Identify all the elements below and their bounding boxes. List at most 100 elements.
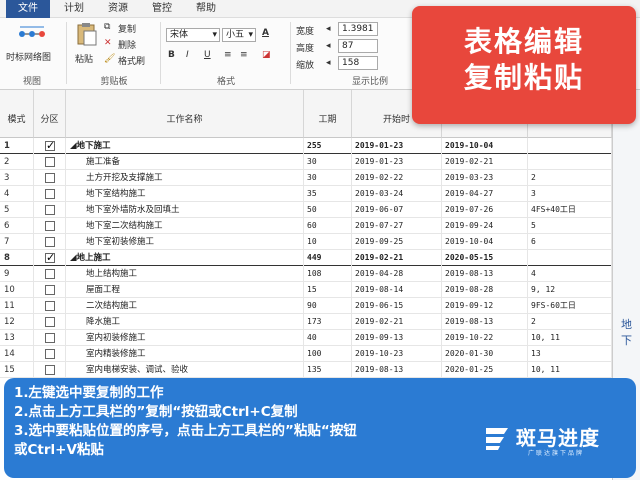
row-number[interactable]: 12	[0, 314, 34, 330]
table-row[interactable]: 12 降水施工 173 2019-02-21 2019-08-13 2	[0, 314, 612, 330]
start-date-cell[interactable]: 2019-08-13	[352, 362, 442, 378]
duration-cell[interactable]: 449	[304, 250, 352, 266]
row-checkbox[interactable]	[45, 269, 55, 279]
start-date-cell[interactable]: 2019-04-28	[352, 266, 442, 282]
header-mode[interactable]: 模式	[0, 90, 34, 138]
task-name-cell[interactable]: ◢地下施工	[66, 138, 304, 154]
task-name-cell[interactable]: 土方开挖及支撑施工	[66, 170, 304, 186]
table-row[interactable]: 2 施工准备 30 2019-01-23 2019-02-21	[0, 154, 612, 170]
duration-cell[interactable]: 35	[304, 186, 352, 202]
finish-date-cell[interactable]: 2019-10-04	[442, 138, 528, 154]
table-row[interactable]: 11 二次结构施工 90 2019-06-15 2019-09-12 9FS-60工日	[0, 298, 612, 314]
task-name-cell[interactable]: 室内精装修施工	[66, 346, 304, 362]
finish-date-cell[interactable]: 2019-10-04	[442, 234, 528, 250]
finish-date-cell[interactable]: 2019-07-26	[442, 202, 528, 218]
fill-color-icon[interactable]: ◪	[262, 50, 271, 60]
task-name-cell[interactable]: 室内电梯安装、调试、验收	[66, 362, 304, 378]
header-duration[interactable]: 工期	[304, 90, 352, 138]
copy-button[interactable]: ⧉ 复制	[104, 22, 154, 35]
task-name-cell[interactable]: 地下室二次结构施工	[66, 218, 304, 234]
table-row[interactable]: 13 室内初装修施工 40 2019-09-13 2019-10-22 10, 11	[0, 330, 612, 346]
align-center-icon[interactable]: ≡	[240, 50, 248, 60]
height-input[interactable]: 87	[338, 39, 378, 53]
start-date-cell[interactable]: 2019-01-23	[352, 154, 442, 170]
row-number[interactable]: 3	[0, 170, 34, 186]
row-number[interactable]: 5	[0, 202, 34, 218]
underline-icon[interactable]: U	[204, 50, 211, 60]
finish-date-cell[interactable]: 2019-08-28	[442, 282, 528, 298]
predecessor-cell[interactable]	[528, 250, 612, 266]
delete-button[interactable]: ✕ 删除	[104, 38, 154, 51]
start-date-cell[interactable]: 2019-07-27	[352, 218, 442, 234]
duration-cell[interactable]: 40	[304, 330, 352, 346]
task-name-cell[interactable]: 室内初装修施工	[66, 330, 304, 346]
row-number[interactable]: 2	[0, 154, 34, 170]
task-name-cell[interactable]: 降水施工	[66, 314, 304, 330]
row-checkbox[interactable]	[45, 349, 55, 359]
row-number[interactable]: 7	[0, 234, 34, 250]
table-row[interactable]: 7 地下室初装修施工 10 2019-09-25 2019-10-04 6	[0, 234, 612, 250]
row-number[interactable]: 14	[0, 346, 34, 362]
finish-date-cell[interactable]: 2019-09-24	[442, 218, 528, 234]
predecessor-cell[interactable]: 9FS-60工日	[528, 298, 612, 314]
duration-cell[interactable]: 90	[304, 298, 352, 314]
row-checkbox[interactable]	[45, 250, 55, 266]
start-date-cell[interactable]: 2019-06-07	[352, 202, 442, 218]
finish-date-cell[interactable]: 2020-01-25	[442, 362, 528, 378]
row-checkbox[interactable]	[45, 301, 55, 311]
menu-help[interactable]: 帮助	[188, 0, 224, 18]
row-checkbox[interactable]	[45, 237, 55, 247]
task-name-cell[interactable]: 地下室结构施工	[66, 186, 304, 202]
task-name-cell[interactable]: ◢地上施工	[66, 250, 304, 266]
table-row[interactable]: 4 地下室结构施工 35 2019-03-24 2019-04-27 3	[0, 186, 612, 202]
predecessor-cell[interactable]: 3	[528, 186, 612, 202]
task-name-cell[interactable]: 施工准备	[66, 154, 304, 170]
row-number[interactable]: 10	[0, 282, 34, 298]
font-select[interactable]: 宋体 ▾	[166, 28, 220, 42]
finish-date-cell[interactable]: 2019-03-23	[442, 170, 528, 186]
table-row[interactable]: 9 地上结构施工 108 2019-04-28 2019-08-13 4	[0, 266, 612, 282]
predecessor-cell[interactable]: 9, 12	[528, 282, 612, 298]
format-painter-button[interactable]: 🖌 格式刷	[104, 54, 158, 67]
row-number[interactable]: 15	[0, 362, 34, 378]
width-decrease-icon[interactable]: ◂	[326, 24, 331, 34]
row-number[interactable]: 4	[0, 186, 34, 202]
task-name-cell[interactable]: 屋面工程	[66, 282, 304, 298]
font-size-select[interactable]: 小五 ▾	[222, 28, 256, 42]
duration-cell[interactable]: 100	[304, 346, 352, 362]
row-checkbox[interactable]	[45, 317, 55, 327]
predecessor-cell[interactable]: 2	[528, 314, 612, 330]
task-name-cell[interactable]: 二次结构施工	[66, 298, 304, 314]
duration-cell[interactable]: 108	[304, 266, 352, 282]
zoom-decrease-icon[interactable]: ◂	[326, 58, 331, 68]
finish-date-cell[interactable]: 2019-08-13	[442, 314, 528, 330]
table-row[interactable]: 5 地下室外墙防水及回填土 50 2019-06-07 2019-07-26 4FS+40…	[0, 202, 612, 218]
font-color-icon[interactable]: A	[262, 28, 269, 38]
finish-date-cell[interactable]: 2019-09-12	[442, 298, 528, 314]
predecessor-cell[interactable]: 13	[528, 346, 612, 362]
predecessor-cell[interactable]	[528, 154, 612, 170]
predecessor-cell[interactable]: 6	[528, 234, 612, 250]
finish-date-cell[interactable]: 2019-08-13	[442, 266, 528, 282]
menu-resource[interactable]: 资源	[100, 0, 136, 18]
predecessor-cell[interactable]: 4FS+40工日	[528, 202, 612, 218]
predecessor-cell[interactable]	[528, 138, 612, 154]
row-number[interactable]: 1	[0, 138, 34, 154]
predecessor-cell[interactable]: 2	[528, 170, 612, 186]
align-left-icon[interactable]: ≡	[224, 50, 232, 60]
paste-button[interactable]: 粘贴	[72, 22, 102, 66]
row-number[interactable]: 6	[0, 218, 34, 234]
duration-cell[interactable]: 15	[304, 282, 352, 298]
table-row[interactable]: 15 室内电梯安装、调试、验收 135 2019-08-13 2020-01-25 10,…	[0, 362, 612, 378]
task-name-cell[interactable]: 地下室外墙防水及回填土	[66, 202, 304, 218]
start-date-cell[interactable]: 2019-09-25	[352, 234, 442, 250]
start-date-cell[interactable]: 2019-02-21	[352, 314, 442, 330]
italic-icon[interactable]: I	[186, 50, 189, 60]
header-partition[interactable]: 分区	[34, 90, 66, 138]
start-date-cell[interactable]: 2019-10-23	[352, 346, 442, 362]
predecessor-cell[interactable]: 4	[528, 266, 612, 282]
row-number[interactable]: 9	[0, 266, 34, 282]
header-task-name[interactable]: 工作名称	[66, 90, 304, 138]
table-row[interactable]: 3 土方开挖及支撑施工 30 2019-02-22 2019-03-23 2	[0, 170, 612, 186]
timescale-network-button[interactable]: 时标网络图	[4, 22, 60, 66]
